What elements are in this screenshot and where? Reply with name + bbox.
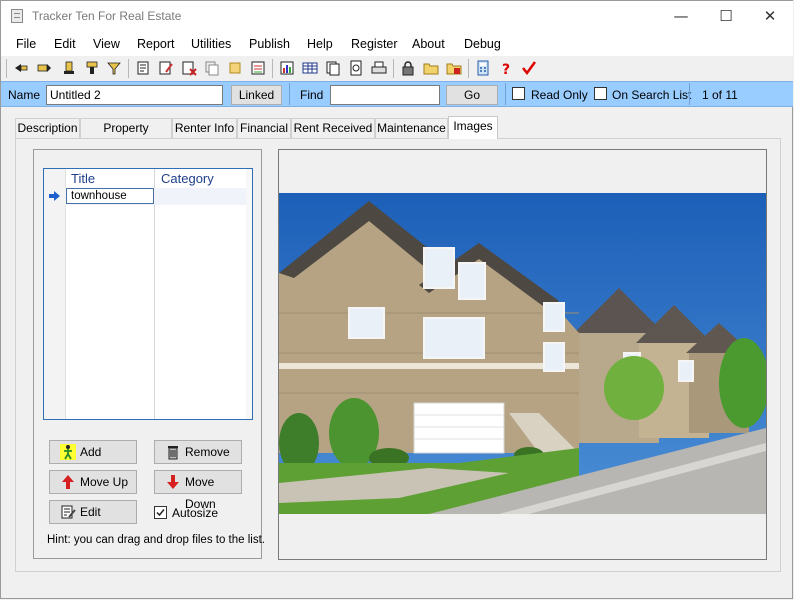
- copy-icon[interactable]: [325, 60, 341, 76]
- menu-help[interactable]: Help: [307, 37, 333, 51]
- menu-register[interactable]: Register: [351, 37, 398, 51]
- on-search-list-label: On Search List: [612, 88, 692, 102]
- column-header-title[interactable]: Title: [71, 171, 95, 186]
- toolbar-separator: [393, 59, 394, 78]
- remove-button-label: Remove: [185, 445, 230, 459]
- toolbar-separator: [468, 59, 469, 78]
- check-icon: [156, 509, 165, 517]
- menu-utilities[interactable]: Utilities: [191, 37, 231, 51]
- move-up-button[interactable]: Move Up: [49, 470, 137, 494]
- add-person-icon: [60, 444, 76, 460]
- app-icon: [11, 9, 23, 23]
- copy-record-icon[interactable]: [204, 60, 220, 76]
- print-preview-icon[interactable]: [348, 60, 364, 76]
- current-row-arrow-icon: [49, 191, 60, 201]
- toolbar: ?: [1, 56, 793, 81]
- new-record-icon[interactable]: [135, 60, 151, 76]
- edit-record-icon[interactable]: [158, 60, 174, 76]
- linked-button[interactable]: Linked: [231, 85, 282, 105]
- row-header-column: [44, 169, 66, 419]
- maximize-button[interactable]: ☐: [703, 1, 749, 32]
- title-cell[interactable]: townhouse: [66, 188, 154, 204]
- tab-description[interactable]: Description: [15, 118, 80, 138]
- edit-button[interactable]: Edit: [49, 500, 137, 524]
- toolbar-separator: [272, 59, 273, 78]
- tab-renter-info[interactable]: Renter Info: [172, 118, 237, 138]
- tab-maintenance[interactable]: Maintenance: [375, 118, 448, 138]
- autosize-checkbox[interactable]: [154, 506, 167, 519]
- close-button[interactable]: ✕: [747, 1, 793, 32]
- find-label: Find: [300, 88, 324, 102]
- window-title: Tracker Ten For Real Estate: [32, 9, 182, 23]
- images-grid[interactable]: Title Category townhouse: [43, 168, 253, 420]
- import-icon[interactable]: [446, 60, 462, 76]
- save-icon[interactable]: [250, 60, 266, 76]
- tab-images[interactable]: Images: [448, 116, 498, 139]
- column-divider: [154, 169, 155, 419]
- edit-document-icon: [61, 505, 76, 519]
- previous-record-icon[interactable]: [36, 60, 52, 76]
- next-record-icon[interactable]: [61, 60, 77, 76]
- bar-divider: [505, 83, 506, 105]
- minimize-button[interactable]: —: [658, 1, 704, 32]
- delete-record-icon[interactable]: [181, 60, 197, 76]
- menu-about[interactable]: About: [412, 37, 445, 51]
- open-folder-icon[interactable]: [423, 60, 439, 76]
- svg-text:?: ?: [502, 62, 510, 76]
- add-button-label: Add: [80, 445, 102, 459]
- go-button[interactable]: Go: [446, 85, 498, 105]
- menu-file[interactable]: File: [16, 37, 36, 51]
- bar-divider: [689, 83, 690, 105]
- autosize-label: Autosize: [172, 506, 219, 520]
- name-field[interactable]: [46, 85, 223, 105]
- find-field[interactable]: [330, 85, 440, 105]
- trash-icon: [168, 446, 178, 460]
- bar-divider: [289, 83, 290, 105]
- remove-button[interactable]: Remove: [154, 440, 242, 464]
- checkmark-icon[interactable]: [521, 60, 537, 76]
- tab-property-address[interactable]: Property Address: [80, 118, 172, 154]
- read-only-checkbox[interactable]: [512, 87, 525, 100]
- filter-icon[interactable]: [106, 60, 122, 76]
- help-icon[interactable]: ?: [498, 60, 514, 76]
- arrow-up-icon: [62, 475, 74, 489]
- menu-report[interactable]: Report: [137, 37, 175, 51]
- title-bar: Tracker Ten For Real Estate — ☐ ✕: [1, 1, 793, 32]
- menu-edit[interactable]: Edit: [54, 37, 76, 51]
- tab-financial[interactable]: Financial: [237, 118, 291, 138]
- on-search-list-checkbox[interactable]: [594, 87, 607, 100]
- townhouse-photo-illustration: [279, 193, 766, 514]
- column-header-category[interactable]: Category: [161, 171, 214, 186]
- toolbar-separator: [6, 59, 7, 78]
- tab-rent-received[interactable]: Rent Received: [291, 118, 375, 138]
- menu-view[interactable]: View: [93, 37, 120, 51]
- edit-button-label: Edit: [80, 505, 101, 519]
- print-icon[interactable]: [371, 60, 387, 76]
- toolbar-separator: [128, 59, 129, 78]
- menu-bar: File Edit View Report Utilities Publish …: [1, 32, 793, 56]
- app-window: Tracker Ten For Real Estate — ☐ ✕ File E…: [0, 0, 793, 599]
- drag-drop-hint: Hint: you can drag and drop files to the…: [47, 534, 265, 546]
- property-photo[interactable]: [279, 193, 766, 514]
- record-position: 1 of 11: [702, 88, 738, 102]
- move-down-button[interactable]: Move Down: [154, 470, 242, 511]
- move-up-button-label: Move Up: [80, 475, 129, 489]
- grid-scrollbar[interactable]: [246, 169, 252, 419]
- calculator-icon[interactable]: [475, 60, 491, 76]
- add-button[interactable]: Add: [49, 440, 137, 464]
- menu-publish[interactable]: Publish: [249, 37, 290, 51]
- report-icon[interactable]: [279, 60, 295, 76]
- last-record-icon[interactable]: [84, 60, 100, 76]
- record-bar: Name Linked Find Go Read Only On Search …: [1, 81, 793, 107]
- arrow-down-icon: [167, 475, 179, 489]
- menu-debug[interactable]: Debug: [464, 37, 501, 51]
- read-only-label: Read Only: [531, 88, 588, 102]
- name-label: Name: [8, 88, 41, 102]
- lock-icon[interactable]: [400, 60, 416, 76]
- table-icon[interactable]: [302, 60, 318, 76]
- clear-icon[interactable]: [227, 60, 243, 76]
- first-record-icon[interactable]: [13, 60, 29, 76]
